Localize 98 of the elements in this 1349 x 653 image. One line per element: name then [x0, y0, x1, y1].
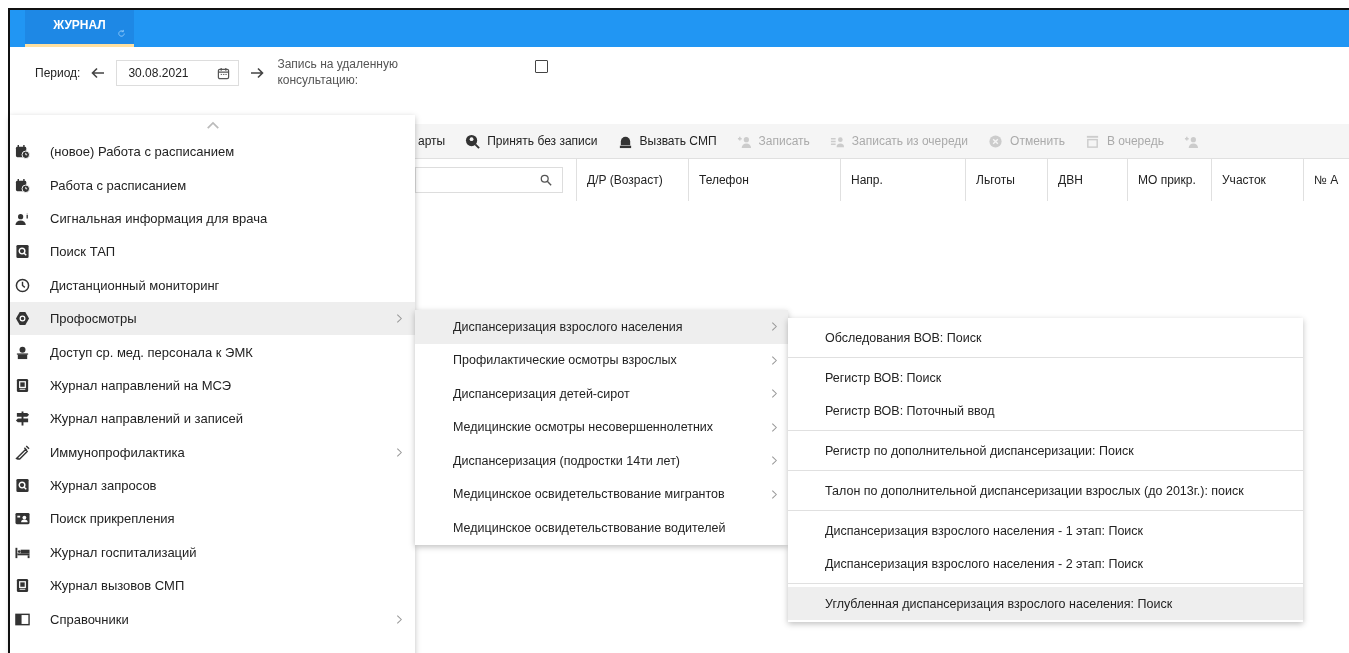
menu-item[interactable]: Журнал вызовов СМП [10, 569, 415, 603]
signpost-icon [15, 411, 30, 427]
search-document-icon [15, 478, 30, 494]
toolbar-button[interactable]: арты [418, 134, 446, 148]
column-header[interactable]: Напр. [840, 159, 965, 201]
chevron-right-icon [396, 613, 403, 625]
menu-item-label: Журнал направлений и записей [50, 411, 245, 427]
column-header[interactable]: № А [1303, 159, 1339, 201]
submenu-item[interactable]: Диспансеризация взрослого населения [415, 310, 788, 344]
column-header[interactable]: МО прикр. [1127, 159, 1211, 201]
submenu-item[interactable]: Профилактические осмотры взрослых [415, 343, 788, 377]
menu-item[interactable]: Иммунопрофилактика [10, 435, 415, 469]
menu-item-label: Работа с расписанием [50, 177, 188, 193]
chevron-right-icon [771, 421, 778, 433]
menu-item-label: Профосмотры [50, 311, 138, 327]
menu-item-label: Сигнальная информация для врача [50, 210, 269, 226]
submenu-item-label: Медицинские осмотры несовершеннолетних [453, 420, 715, 435]
period-label: Период: [35, 66, 81, 80]
remote-consultation-label: Запись на удаленную консультацию: [277, 57, 399, 89]
toolbar-button[interactable]: Вызвать СМП [617, 133, 717, 149]
menu-item-label: Справочники [50, 611, 130, 627]
queue-icon [1084, 133, 1100, 149]
arrow-right-icon[interactable] [249, 65, 266, 81]
menu-item[interactable]: Дистанционный мониторинг [10, 268, 415, 302]
chevron-right-icon [771, 321, 778, 333]
menu-item-label: Журнал запросов [50, 478, 158, 494]
submenu-item[interactable]: Диспансеризация (подростки 14ти лет) [415, 444, 788, 478]
column-header[interactable]: Участок [1211, 159, 1303, 201]
book-icon [15, 611, 30, 627]
hexagon-icon [15, 311, 30, 327]
menu-item[interactable]: Профосмотры [10, 301, 415, 336]
submenu-item-label: Диспансеризация взрослого населения [453, 319, 684, 334]
menu-item[interactable]: Доступ ср. мед. персонала к ЭМК [10, 335, 415, 369]
chevron-right-icon [396, 446, 403, 458]
person-search-icon [465, 133, 481, 149]
submenu-item[interactable]: Диспансеризация взрослого населения - 1 этап: Поиск [788, 514, 1303, 547]
submenu-item[interactable]: Регистр ВОВ: Поиск [788, 361, 1303, 394]
document-icon [15, 578, 30, 594]
calendar-clock-icon [15, 144, 30, 160]
menu-item[interactable]: Поиск ТАП [10, 235, 415, 269]
search-icon[interactable] [540, 174, 552, 186]
clock-icon [15, 277, 30, 293]
menu-item[interactable]: Журнал госпитализаций [10, 535, 415, 570]
submenu-item[interactable]: Регистр ВОВ: Поточный ввод [788, 394, 1303, 427]
menu-item-label: Иммунопрофилактика [50, 444, 186, 460]
submenu-item[interactable]: Регистр по дополнительной диспансеризации: Поиск [788, 434, 1303, 467]
checkbox[interactable] [535, 59, 549, 73]
submenu-item[interactable]: Медицинские осмотры несовершеннолетних [415, 410, 788, 444]
submenu-item-label: Диспансеризация детей-сирот [453, 386, 631, 401]
search-field[interactable] [415, 167, 563, 193]
submenu-item[interactable]: Медицинское освидетельствование мигрантов [415, 477, 788, 511]
chevron-right-icon [771, 455, 778, 467]
menu-item-label: (новое) Работа с расписанием [50, 144, 236, 160]
menu-item-label: Дистанционный мониторинг [50, 277, 221, 293]
submenu-item[interactable]: Медицинское освидетельствование водителей [415, 511, 788, 545]
calendar-clock-icon [15, 177, 30, 193]
syringe-icon [15, 444, 30, 460]
menu-item[interactable]: Работа с расписанием [10, 168, 415, 202]
menu-item-label: Журнал направлений на МСЭ [50, 377, 233, 393]
menu-item[interactable]: Журнал направлений и записей [10, 402, 415, 436]
chevron-right-icon [771, 488, 778, 500]
submenu-item[interactable]: Диспансеризация детей-сирот [415, 377, 788, 411]
menu-item-label: Поиск ТАП [50, 244, 116, 260]
toolbar-button[interactable]: Принять без записи [465, 133, 598, 149]
submenu-item[interactable]: Талон по дополнительной диспансеризации взрослых (до 2013г.): поиск [788, 474, 1303, 507]
column-header[interactable]: Телефон [688, 159, 840, 201]
person-icon [15, 344, 30, 360]
document-icon [15, 377, 30, 393]
cancel-icon [988, 133, 1004, 149]
menu-item[interactable]: Поиск прикрепления [10, 502, 415, 536]
menu-item[interactable]: Справочники [10, 602, 415, 636]
chevron-right-icon [771, 354, 778, 366]
submenu-item-label: Медицинское освидетельствование водителей [453, 520, 727, 535]
menu-item[interactable]: Журнал направлений на МСЭ [10, 368, 415, 403]
menu-item-label: Доступ ср. мед. персонала к ЭМК [50, 344, 254, 360]
journal-tab[interactable]: ЖУРНАЛ [25, 10, 134, 47]
menu-item[interactable]: (новое) Работа с расписанием [10, 135, 415, 169]
column-header[interactable]: Д/Р (Возраст) [576, 159, 688, 201]
menu-item-label: Поиск прикрепления [50, 511, 176, 527]
submenu-item[interactable]: Обследования ВОВ: Поиск [788, 321, 1303, 354]
column-header[interactable]: ДВН [1047, 159, 1127, 201]
calendar-icon[interactable] [217, 66, 231, 80]
arrow-left-icon[interactable] [90, 65, 107, 81]
menu-item[interactable]: Сигнальная информация для врача [10, 201, 415, 236]
submenu-item-label: Медицинское освидетельствование мигрантов [453, 487, 726, 502]
submenu-item-label: Диспансеризация (подростки 14ти лет) [453, 453, 682, 468]
submenu-item[interactable]: Диспансеризация взрослого населения - 2 этап: Поиск [788, 547, 1303, 580]
id-card-icon [15, 511, 30, 527]
menu-item-label: Журнал вызовов СМП [50, 578, 186, 594]
submenu-item-label: Профилактические осмотры взрослых [453, 353, 678, 368]
menu-item[interactable]: Журнал запросов [10, 468, 415, 503]
column-header[interactable]: Льготы [965, 159, 1047, 201]
menu-item-label: Журнал госпитализаций [50, 544, 198, 560]
chevron-right-icon [771, 388, 778, 400]
date-field[interactable]: 30.08.2021 [116, 60, 240, 86]
chevron-right-icon [396, 313, 403, 325]
search-document-icon [15, 244, 30, 260]
submenu-item[interactable]: Углубленная диспансеризация взрослого населения: Поиск [788, 587, 1303, 620]
